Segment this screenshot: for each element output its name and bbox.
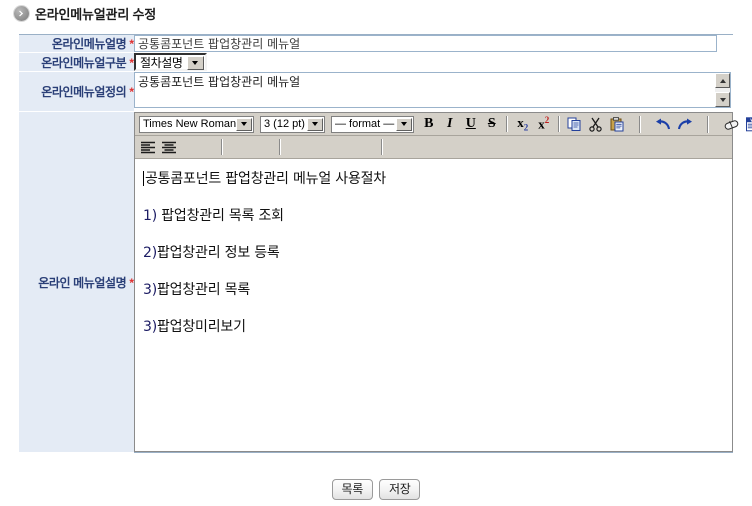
list-button[interactable]: 목록 xyxy=(331,479,373,500)
label-manual-name: 온라인메뉴얼명 xyxy=(51,37,127,51)
undo-button[interactable] xyxy=(653,114,674,134)
toolbar-separator xyxy=(639,115,642,133)
page-header: 온라인메뉴얼관리 수정 xyxy=(0,0,752,26)
toolbar-separator xyxy=(707,115,710,133)
superscript-button[interactable]: x2 xyxy=(533,114,554,134)
bold-icon: B xyxy=(424,116,434,131)
copy-icon xyxy=(567,117,581,131)
form-row-manual-name: 온라인메뉴얼명 * xyxy=(19,34,733,53)
chevron-down-icon xyxy=(306,117,323,131)
chevron-right-circle-icon xyxy=(14,5,29,21)
underline-button[interactable]: U xyxy=(460,114,481,134)
paste-icon xyxy=(610,116,624,131)
format-select[interactable]: — format — xyxy=(330,115,415,133)
editor-line: 1) 팝업창관리 목록 조회 xyxy=(143,208,724,224)
editor-line-number: 2) xyxy=(143,245,157,261)
text-caret xyxy=(143,171,144,186)
editor-line-text: 공통콤포넌트 팝업창관리 메뉴얼 사용절차 xyxy=(145,171,386,187)
italic-icon: I xyxy=(447,116,453,131)
chevron-down-icon xyxy=(186,56,204,70)
label-cell-manual-definition: 온라인메뉴얼정의 * xyxy=(19,71,134,112)
label-cell-manual-name: 온라인메뉴얼명 * xyxy=(19,34,134,53)
scroll-up-icon[interactable] xyxy=(715,73,730,88)
field-cell-manual-definition: 공통콤포넌트 팝업창관리 메뉴얼 xyxy=(134,71,733,112)
undo-icon xyxy=(656,118,671,129)
cut-button[interactable] xyxy=(585,114,606,134)
subscript-icon: x2 xyxy=(517,115,529,133)
strikethrough-icon: S xyxy=(487,116,496,131)
align-left-button[interactable] xyxy=(137,137,158,157)
editor-line-text: 팝업창미리보기 xyxy=(156,319,246,335)
editor-line-text: 팝업창관리 정보 등록 xyxy=(156,245,280,261)
superscript-icon: x2 xyxy=(538,115,550,132)
align-center-icon xyxy=(161,141,176,153)
toolbar-separator xyxy=(279,139,281,155)
rich-text-editor: Times New Roman 3 (12 pt) — format — B I… xyxy=(134,112,752,452)
form-action-bar: 목록 저장 xyxy=(0,479,752,500)
editor-line: 3)팝업창관리 목록 xyxy=(143,282,724,298)
strikethrough-button[interactable]: S xyxy=(481,114,502,134)
editor-line-number: 3) xyxy=(143,319,157,335)
editor-line: 3)팝업창미리보기 xyxy=(143,319,724,335)
edit-form-table: 온라인메뉴얼명* 온라인메뉴얼구분* 절차설명 xyxy=(19,34,752,453)
form-row-manual-description: 온라인 메뉴얼설명 * Times New Roman 3 (12 pt) — … xyxy=(19,111,752,453)
page-title: 온라인메뉴얼관리 수정 xyxy=(35,6,157,22)
manual-name-input[interactable] xyxy=(134,35,717,52)
toolbar-separator xyxy=(558,116,561,132)
editor-line-text: 팝업창관리 목록 조회 xyxy=(156,208,284,224)
manual-definition-textarea[interactable]: 공통콤포넌트 팝업창관리 메뉴얼 xyxy=(134,72,731,108)
manual-type-select[interactable]: 절차설명 xyxy=(134,53,207,71)
italic-button[interactable]: I xyxy=(439,114,460,134)
align-left-icon xyxy=(140,141,155,153)
editor-toolbar-row-2 xyxy=(135,136,732,159)
align-center-button[interactable] xyxy=(158,137,179,157)
field-cell-manual-type: 절차설명 xyxy=(134,52,733,72)
redo-button[interactable] xyxy=(674,114,695,134)
eraser-icon xyxy=(724,119,739,130)
manual-definition-textarea-wrap: 공통콤포넌트 팝업창관리 메뉴얼 xyxy=(134,72,731,111)
redo-icon xyxy=(678,118,693,129)
label-manual-type: 온라인메뉴얼구분 xyxy=(41,55,127,70)
editor-toolbar-row-1: Times New Roman 3 (12 pt) — format — B I… xyxy=(135,113,752,136)
label-manual-description: 온라인 메뉴얼설명 xyxy=(38,275,127,290)
field-cell-manual-description: Times New Roman 3 (12 pt) — format — B I… xyxy=(134,111,752,453)
font-family-select[interactable]: Times New Roman xyxy=(139,115,254,133)
label-manual-definition: 온라인메뉴얼정의 xyxy=(41,85,127,99)
toolbar-separator xyxy=(381,139,383,155)
subscript-button[interactable]: x2 xyxy=(512,114,533,134)
page-root: 온라인메뉴얼관리 수정 온라인메뉴얼명* 온라인메뉴얼구분* xyxy=(0,0,752,506)
cut-icon xyxy=(589,117,602,132)
textarea-scrollbar[interactable] xyxy=(715,73,730,107)
eraser-button[interactable] xyxy=(721,114,742,134)
bold-button[interactable]: B xyxy=(418,114,439,134)
paste-button[interactable] xyxy=(606,114,627,134)
save-button[interactable]: 저장 xyxy=(379,479,421,500)
toolbar-separator xyxy=(506,116,509,132)
required-mark: * xyxy=(129,275,134,290)
chevron-down-icon xyxy=(396,117,413,131)
font-size-select[interactable]: 3 (12 pt) xyxy=(260,115,325,133)
editor-line-number: 1) xyxy=(143,208,157,224)
chevron-down-icon xyxy=(236,117,252,131)
underline-icon: U xyxy=(465,116,476,131)
editor-line-text: 팝업창관리 목록 xyxy=(156,282,250,298)
paste-from-word-button[interactable]: W xyxy=(742,114,752,134)
form-row-manual-definition: 온라인메뉴얼정의 * 공통콤포넌트 팝업창관리 메뉴얼 xyxy=(19,71,733,112)
editor-line-number: 3) xyxy=(143,282,157,298)
editor-content-area[interactable]: 공통콤포넌트 팝업창관리 메뉴얼 사용절차 1) 팝업창관리 목록 조회 2)팝… xyxy=(135,159,732,451)
editor-line: 공통콤포넌트 팝업창관리 메뉴얼 사용절차 xyxy=(143,171,724,187)
form-row-manual-type: 온라인메뉴얼구분 * 절차설명 xyxy=(19,52,733,72)
label-cell-manual-description: 온라인 메뉴얼설명 * xyxy=(19,111,134,453)
copy-button[interactable] xyxy=(564,114,585,134)
toolbar-separator xyxy=(221,139,223,155)
label-cell-manual-type: 온라인메뉴얼구분 * xyxy=(19,52,134,72)
editor-line: 2)팝업창관리 정보 등록 xyxy=(143,245,724,261)
scroll-down-icon[interactable] xyxy=(715,92,730,107)
field-cell-manual-name xyxy=(134,34,733,53)
paste-from-word-icon: W xyxy=(745,116,752,131)
